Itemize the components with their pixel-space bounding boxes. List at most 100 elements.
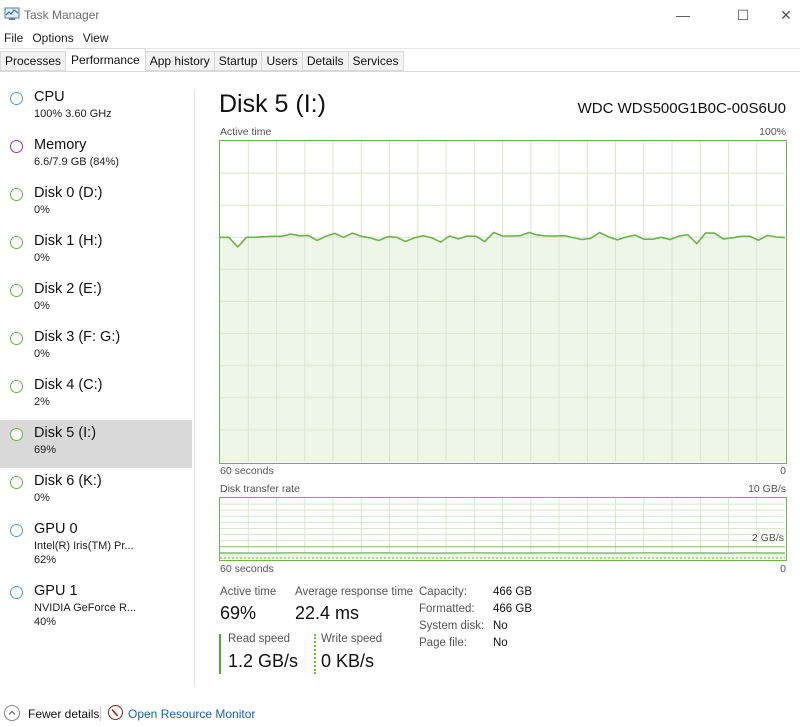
sidebar-item-title: Disk 5 (I:) bbox=[34, 425, 97, 441]
transfer-rate-chart bbox=[220, 498, 785, 559]
minimize-button[interactable]: — bbox=[660, 0, 706, 30]
avg-response-label: Average response time bbox=[295, 586, 414, 598]
open-resource-monitor-link[interactable]: Open Resource Monitor bbox=[128, 707, 255, 721]
sidebar-item-title: Disk 4 (C:) bbox=[34, 377, 103, 393]
sidebar-item-detail: 0% bbox=[34, 492, 50, 504]
disk-indicator-icon bbox=[10, 188, 23, 201]
device-model: WDC WDS500G1B0C-00S6U0 bbox=[577, 100, 786, 117]
write-speed-label: Write speed bbox=[321, 633, 383, 645]
write-speed-value: 0 KB/s bbox=[321, 651, 375, 671]
active-time-graph-time-label: 60 seconds bbox=[220, 465, 274, 477]
gpu-indicator-icon bbox=[10, 524, 23, 537]
active-time-graph-max: 100% bbox=[759, 126, 786, 138]
sidebar-item-title: Memory bbox=[34, 137, 87, 153]
active-time-label: Active time bbox=[220, 586, 277, 598]
formatted-label: Formatted: bbox=[419, 603, 475, 615]
disk-indicator-icon bbox=[10, 428, 23, 441]
task-manager-app-icon bbox=[4, 7, 20, 20]
close-button[interactable]: ✕ bbox=[763, 0, 800, 30]
active-time-value: 69% bbox=[220, 603, 257, 623]
sidebar-item-detail: NVIDIA GeForce R... bbox=[34, 602, 137, 614]
read-speed-legend-bar bbox=[219, 634, 221, 674]
sidebar-item-disk-2[interactable]: Disk 2 (E:) 0% bbox=[0, 276, 192, 324]
read-speed-label: Read speed bbox=[228, 633, 291, 645]
page-title: Disk 5 (I:) bbox=[219, 90, 326, 118]
transfer-rate-graph-min: 0 bbox=[780, 563, 786, 575]
sidebar-item-cpu[interactable]: CPU 100% 3.60 GHz bbox=[0, 84, 192, 132]
transfer-rate-graph-max: 10 GB/s bbox=[748, 483, 786, 495]
sidebar-item-disk-0[interactable]: Disk 0 (D:) 0% bbox=[0, 180, 192, 228]
sidebar-item-detail: 0% bbox=[34, 348, 50, 360]
sidebar-item-gpu-1[interactable]: GPU 1 NVIDIA GeForce R... 40% bbox=[0, 578, 192, 640]
chevron-up-icon[interactable] bbox=[4, 705, 20, 721]
active-time-graph bbox=[219, 140, 787, 464]
transfer-rate-scale-label: 2 GB/s bbox=[751, 532, 784, 544]
menu-options[interactable]: Options bbox=[28, 30, 78, 48]
disk-indicator-icon bbox=[10, 476, 23, 489]
transfer-rate-graph: 2 GB/s bbox=[219, 497, 787, 561]
sidebar-item-title: Disk 1 (H:) bbox=[34, 233, 103, 249]
tab-users[interactable]: Users bbox=[262, 51, 303, 71]
maximize-icon: ☐ bbox=[736, 6, 750, 23]
sidebar-item-memory[interactable]: Memory 6.6/7.9 GB (84%) bbox=[0, 132, 192, 180]
sidebar-item-disk-5[interactable]: Disk 5 (I:) 69% bbox=[0, 420, 192, 468]
sidebar-item-title: CPU bbox=[34, 89, 65, 105]
tab-app-history[interactable]: App history bbox=[145, 51, 215, 71]
sidebar-item-disk-6[interactable]: Disk 6 (K:) 0% bbox=[0, 468, 192, 516]
tab-services[interactable]: Services bbox=[348, 51, 404, 71]
active-time-graph-min: 0 bbox=[780, 465, 786, 477]
performance-sidebar: CPU 100% 3.60 GHz Memory 6.6/7.9 GB (84%… bbox=[0, 84, 192, 684]
sidebar-item-title: GPU 0 bbox=[34, 521, 78, 537]
cpu-indicator-icon bbox=[10, 92, 23, 105]
sidebar-item-usage: 62% bbox=[34, 554, 57, 566]
minimize-icon: — bbox=[676, 7, 690, 23]
read-speed-value: 1.2 GB/s bbox=[228, 651, 299, 671]
sidebar-item-disk-1[interactable]: Disk 1 (H:) 0% bbox=[0, 228, 192, 276]
disk-indicator-icon bbox=[10, 236, 23, 249]
close-icon: ✕ bbox=[780, 6, 792, 23]
sidebar-divider[interactable] bbox=[194, 90, 195, 686]
capacity-label: Capacity: bbox=[419, 586, 467, 598]
sidebar-item-disk-3[interactable]: Disk 3 (F: G:) 0% bbox=[0, 324, 192, 372]
system-disk-label: System disk: bbox=[419, 620, 485, 632]
fewer-details-button[interactable]: Fewer details bbox=[28, 707, 99, 721]
active-time-graph-label: Active time bbox=[220, 126, 272, 138]
transfer-rate-graph-label: Disk transfer rate bbox=[220, 483, 300, 495]
disk-indicator-icon bbox=[10, 380, 23, 393]
tab-performance[interactable]: Performance bbox=[66, 48, 146, 70]
menu-view[interactable]: View bbox=[79, 30, 114, 48]
tab-startup[interactable]: Startup bbox=[214, 51, 263, 71]
write-speed-legend-bar bbox=[314, 634, 316, 674]
system-disk-value: No bbox=[493, 620, 508, 632]
sidebar-item-detail: 6.6/7.9 GB (84%) bbox=[34, 156, 119, 168]
maximize-button[interactable]: ☐ bbox=[720, 0, 766, 30]
page-file-value: No bbox=[493, 637, 508, 649]
footer-divider bbox=[100, 706, 101, 721]
capacity-value: 466 GB bbox=[493, 586, 532, 598]
sidebar-item-detail: 2% bbox=[34, 396, 50, 408]
sidebar-item-detail: 0% bbox=[34, 204, 50, 216]
sidebar-item-title: Disk 3 (F: G:) bbox=[34, 329, 121, 345]
tab-details[interactable]: Details bbox=[302, 51, 349, 71]
sidebar-item-title: Disk 0 (D:) bbox=[34, 185, 103, 201]
sidebar-item-usage: 40% bbox=[34, 616, 57, 628]
tab-processes[interactable]: Processes bbox=[0, 51, 67, 71]
footer: Fewer details Open Resource Monitor bbox=[0, 700, 800, 727]
sidebar-item-detail: 0% bbox=[34, 300, 50, 312]
resource-monitor-icon[interactable] bbox=[108, 705, 123, 720]
menu-file[interactable]: File bbox=[0, 30, 28, 48]
title-bar: Task Manager — ☐ ✕ bbox=[0, 0, 800, 30]
disk-indicator-icon bbox=[10, 332, 23, 345]
sidebar-item-disk-4[interactable]: Disk 4 (C:) 2% bbox=[0, 372, 192, 420]
sidebar-item-gpu-0[interactable]: GPU 0 Intel(R) Iris(TM) Pr... 62% bbox=[0, 516, 192, 578]
sidebar-item-title: Disk 6 (K:) bbox=[34, 473, 102, 489]
memory-indicator-icon bbox=[10, 140, 23, 153]
menu-bar: File Options View bbox=[0, 30, 114, 48]
tab-strip: Processes Performance App history Startu… bbox=[0, 48, 800, 72]
sidebar-item-detail: Intel(R) Iris(TM) Pr... bbox=[34, 540, 134, 552]
page-file-label: Page file: bbox=[419, 637, 467, 649]
avg-response-value: 22.4 ms bbox=[295, 603, 360, 623]
sidebar-item-title: Disk 2 (E:) bbox=[34, 281, 102, 297]
window-title: Task Manager bbox=[24, 8, 100, 22]
sidebar-item-title: GPU 1 bbox=[34, 583, 78, 599]
